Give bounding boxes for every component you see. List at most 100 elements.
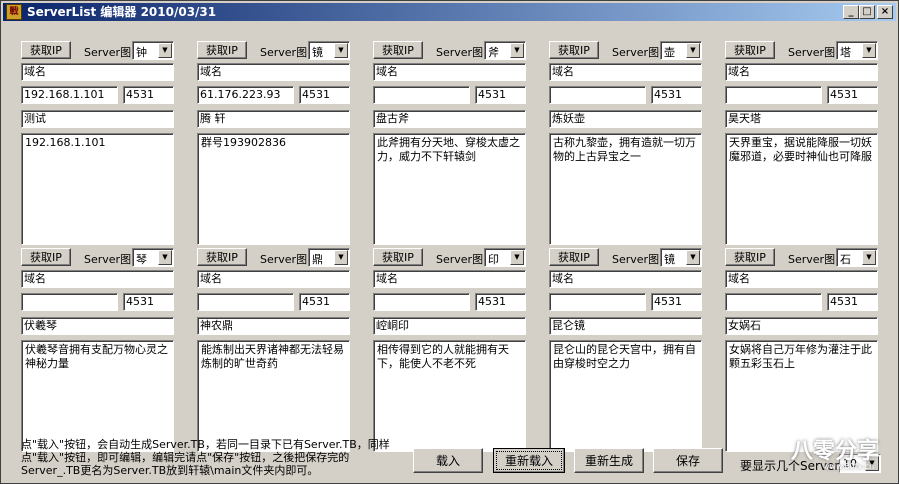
chevron-down-icon[interactable]: ▼ [686, 43, 700, 58]
domain-input[interactable]: 域名 [549, 63, 702, 81]
port-input[interactable]: 4531 [475, 293, 526, 311]
server-name-input[interactable]: 盘古斧 [373, 110, 526, 128]
server-name-input[interactable]: 昊天塔 [725, 110, 878, 128]
get-ip-button[interactable]: 获取IP [549, 41, 599, 59]
server-panel: 获取IP Server图: 塔 ▼ 域名 4531 昊天塔 天界重宝，据说能降服一切妖魔邪道，… [725, 41, 881, 246]
server-name-input[interactable]: 昆仑镜 [549, 317, 702, 335]
chevron-down-icon[interactable]: ▼ [334, 43, 348, 58]
port-input[interactable]: 4531 [827, 86, 878, 104]
port-input[interactable]: 4531 [299, 86, 350, 104]
server-panel: 获取IP Server图: 鼎 ▼ 域名 4531 神农鼎 能炼制出天界诸神都无法轻易炼制的旷… [197, 248, 353, 453]
server-description-textarea[interactable]: 伏羲琴音拥有支配万物心灵之神秘力量 [21, 340, 174, 452]
port-input[interactable]: 4531 [123, 86, 174, 104]
load-button[interactable]: 载入 [413, 448, 483, 473]
server-name-input[interactable]: 伏羲琴 [21, 317, 174, 335]
chevron-down-icon[interactable]: ▼ [334, 250, 348, 265]
chevron-down-icon[interactable]: ▼ [510, 250, 524, 265]
server-name-input[interactable]: 腾 轩 [197, 110, 350, 128]
ip-input[interactable] [549, 86, 646, 104]
chevron-down-icon[interactable]: ▼ [510, 43, 524, 58]
domain-input[interactable]: 域名 [197, 63, 350, 81]
reload-button[interactable]: 重新载入 [493, 448, 565, 473]
regenerate-button[interactable]: 重新生成 [574, 448, 644, 473]
ip-input[interactable] [21, 293, 118, 311]
chevron-down-icon[interactable]: ▼ [865, 456, 879, 471]
maximize-button[interactable]: □ [859, 5, 875, 19]
save-button[interactable]: 保存 [653, 448, 723, 473]
server-image-select[interactable]: 琴 ▼ [132, 248, 174, 267]
server-description-textarea[interactable]: 古称九黎壶，拥有造就一切万物的上古异宝之一 [549, 133, 702, 245]
domain-input[interactable]: 域名 [373, 270, 526, 288]
get-ip-button[interactable]: 获取IP [373, 248, 423, 266]
ip-input[interactable] [373, 293, 470, 311]
port-input[interactable]: 4531 [123, 293, 174, 311]
get-ip-button[interactable]: 获取IP [197, 41, 247, 59]
app-icon[interactable]: 戰 [6, 4, 22, 20]
ip-input[interactable] [549, 293, 646, 311]
server-panel: 获取IP Server图: 琴 ▼ 域名 4531 伏羲琴 伏羲琴音拥有支配万物心灵之神秘力量 [21, 248, 177, 453]
chevron-down-icon[interactable]: ▼ [862, 250, 876, 265]
server-image-select[interactable]: 印 ▼ [484, 248, 526, 267]
window-title: ServerList 编辑器 2010/03/31 [27, 5, 217, 19]
server-image-select[interactable]: 斧 ▼ [484, 41, 526, 60]
server-image-value: 壶 [664, 46, 675, 59]
ip-input[interactable]: 192.168.1.101 [21, 86, 118, 104]
ip-input[interactable] [725, 86, 822, 104]
chevron-down-icon[interactable]: ▼ [686, 250, 700, 265]
get-ip-button[interactable]: 获取IP [21, 41, 71, 59]
server-description-textarea[interactable]: 昆仑山的昆仑天宫中，拥有自由穿梭时空之力 [549, 340, 702, 452]
domain-input[interactable]: 域名 [197, 270, 350, 288]
ip-input[interactable] [197, 293, 294, 311]
minimize-button[interactable]: _ [843, 5, 859, 19]
server-image-select[interactable]: 镜 ▼ [660, 248, 702, 267]
get-ip-button[interactable]: 获取IP [725, 41, 775, 59]
domain-input[interactable]: 域名 [373, 63, 526, 81]
ip-input[interactable] [373, 86, 470, 104]
domain-input[interactable]: 域名 [21, 270, 174, 288]
port-input[interactable]: 4531 [651, 86, 702, 104]
close-button[interactable]: × [877, 5, 893, 19]
server-description-textarea[interactable]: 群号193902836 [197, 133, 350, 245]
server-image-label: Server图: [436, 253, 487, 266]
chevron-down-icon[interactable]: ▼ [158, 43, 172, 58]
server-image-select[interactable]: 壶 ▼ [660, 41, 702, 60]
server-description-textarea[interactable]: 女娲将自己万年修为灌注于此颗五彩玉石上 [725, 340, 878, 452]
server-image-select[interactable]: 镜 ▼ [308, 41, 350, 60]
ip-input[interactable]: 61.176.223.93 [197, 86, 294, 104]
server-description-textarea[interactable]: 相传得到它的人就能拥有天下，能使人不老不死 [373, 340, 526, 452]
get-ip-button[interactable]: 获取IP [373, 41, 423, 59]
server-description-textarea[interactable]: 此斧拥有分天地、穿梭太虚之力，威力不下轩辕剑 [373, 133, 526, 245]
port-input[interactable]: 4531 [475, 86, 526, 104]
server-image-value: 镜 [312, 46, 323, 59]
domain-input[interactable]: 域名 [725, 270, 878, 288]
get-ip-button[interactable]: 获取IP [197, 248, 247, 266]
server-image-select[interactable]: 塔 ▼ [836, 41, 878, 60]
server-name-input[interactable]: 神农鼎 [197, 317, 350, 335]
title-bar[interactable]: 戰 ServerList 编辑器 2010/03/31 _ □ × [3, 3, 896, 21]
server-description-textarea[interactable]: 天界重宝，据说能降服一切妖魔邪道，必要时神仙也可降服 [725, 133, 878, 245]
server-image-select[interactable]: 钟 ▼ [132, 41, 174, 60]
server-description-textarea[interactable]: 192.168.1.101 [21, 133, 174, 245]
server-description-textarea[interactable]: 能炼制出天界诸神都无法轻易炼制的旷世奇药 [197, 340, 350, 452]
ip-input[interactable] [725, 293, 822, 311]
server-name-input[interactable]: 炼妖壶 [549, 110, 702, 128]
get-ip-button[interactable]: 获取IP [549, 248, 599, 266]
server-image-select[interactable]: 石 ▼ [836, 248, 878, 267]
server-name-input[interactable]: 测试 [21, 110, 174, 128]
server-count-select[interactable]: 10 ▼ [839, 454, 881, 473]
port-input[interactable]: 4531 [651, 293, 702, 311]
server-name-input[interactable]: 崆峒印 [373, 317, 526, 335]
get-ip-button[interactable]: 获取IP [725, 248, 775, 266]
port-input[interactable]: 4531 [299, 293, 350, 311]
domain-input[interactable]: 域名 [21, 63, 174, 81]
chevron-down-icon[interactable]: ▼ [862, 43, 876, 58]
server-image-label: Server图: [612, 46, 663, 59]
chevron-down-icon[interactable]: ▼ [158, 250, 172, 265]
server-image-value: 石 [840, 253, 851, 266]
get-ip-button[interactable]: 获取IP [21, 248, 71, 266]
domain-input[interactable]: 域名 [725, 63, 878, 81]
domain-input[interactable]: 域名 [549, 270, 702, 288]
server-name-input[interactable]: 女娲石 [725, 317, 878, 335]
port-input[interactable]: 4531 [827, 293, 878, 311]
server-image-select[interactable]: 鼎 ▼ [308, 248, 350, 267]
